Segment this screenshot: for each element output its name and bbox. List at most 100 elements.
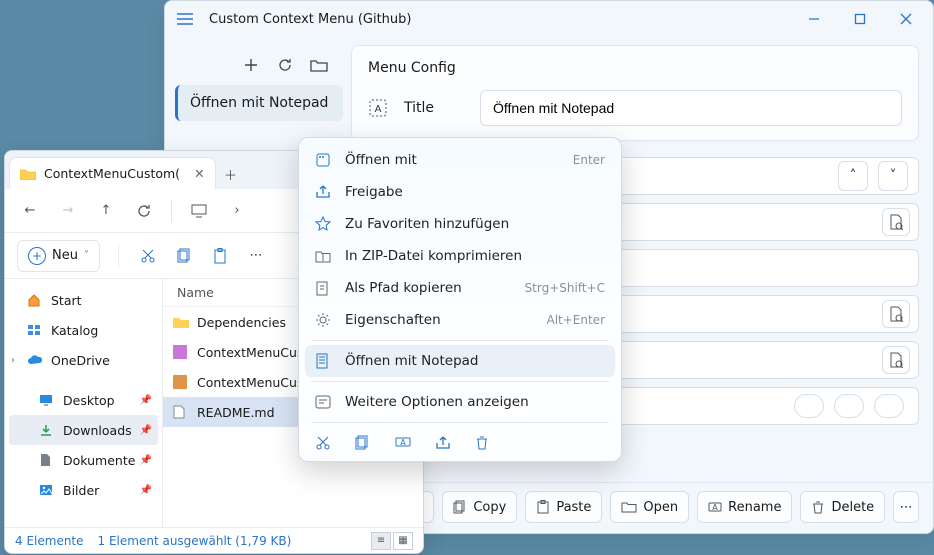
config-card: Menu Config A Title (351, 45, 919, 141)
star-icon (315, 216, 333, 232)
sidebar-item-selected[interactable]: Öffnen mit Notepad (175, 85, 343, 121)
desktop-icon (39, 394, 55, 406)
notepad-icon (315, 353, 333, 369)
pin-icon: 📌 (140, 485, 152, 496)
ccm-titlebar: Custom Context Menu (Github) (165, 1, 933, 37)
chevron-down-icon: ˅ (84, 250, 89, 261)
side-start[interactable]: Start (9, 285, 158, 315)
config-header: Menu Config (368, 60, 902, 76)
explorer-sidebar: Start Katalog › OneDrive Desktop 📌 Downl… (5, 279, 163, 527)
view-grid-icon[interactable]: ▦ (393, 532, 413, 550)
ctx-zip[interactable]: In ZIP-Datei komprimieren (305, 240, 615, 272)
title-a-icon: A (368, 98, 388, 118)
chevron-right-icon[interactable]: › (11, 355, 15, 366)
suo-icon (173, 375, 189, 389)
ctx-share-icon[interactable] (435, 435, 453, 451)
browse-file-icon-2[interactable] (882, 300, 910, 328)
ctx-properties[interactable]: Eigenschaften Alt+Enter (305, 304, 615, 336)
window-maximize[interactable] (837, 3, 883, 35)
svg-text:A: A (400, 438, 406, 447)
sln-icon (173, 345, 189, 359)
ctx-open-with[interactable]: Öffnen mit Enter (305, 144, 615, 176)
nav-computer-icon[interactable] (184, 196, 214, 226)
explorer-tab[interactable]: ContextMenuCustom( ✕ (9, 157, 216, 189)
pin-icon: 📌 (140, 395, 152, 406)
config-title-label: Title (404, 100, 464, 116)
image-icon (39, 484, 55, 496)
ctx-rename-icon[interactable]: A (395, 435, 413, 451)
pin-icon: 📌 (140, 425, 152, 436)
catalog-icon (27, 323, 43, 337)
home-icon (27, 293, 43, 307)
move-down-button[interactable]: ˅ (878, 161, 908, 191)
pill-3[interactable] (874, 394, 904, 418)
side-dokumente[interactable]: Dokumente 📌 (9, 445, 158, 475)
pin-icon: 📌 (140, 455, 152, 466)
document-icon (39, 453, 55, 467)
window-close[interactable] (883, 3, 929, 35)
paste-button[interactable]: Paste (525, 491, 602, 523)
side-onedrive[interactable]: › OneDrive (9, 345, 158, 375)
folder-icon (20, 168, 36, 180)
more-options-icon (315, 395, 333, 409)
ctx-icon-row: A (305, 427, 615, 455)
new-tab-button[interactable]: ＋ (216, 159, 246, 189)
window-minimize[interactable] (791, 3, 837, 35)
new-button[interactable]: + Neu ˅ (17, 240, 100, 272)
explorer-statusbar: 4 Elemente 1 Element ausgewählt (1,79 KB… (5, 527, 423, 553)
folder-icon (173, 316, 189, 328)
view-details-icon[interactable]: ≡ (371, 532, 391, 550)
more-button[interactable]: ⋯ (893, 491, 919, 523)
side-bilder[interactable]: Bilder 📌 (9, 475, 158, 505)
copy-icon[interactable] (173, 245, 195, 267)
rename-button[interactable]: A Rename (697, 491, 792, 523)
status-count: 4 Elemente (15, 534, 84, 548)
ctx-copy-icon[interactable] (355, 435, 373, 451)
more-icon[interactable]: ⋯ (245, 245, 267, 267)
add-icon[interactable] (241, 55, 261, 75)
ctx-separator (311, 340, 609, 341)
nav-up-button[interactable]: ↑ (91, 196, 121, 226)
pill-2[interactable] (834, 394, 864, 418)
hamburger-icon[interactable] (177, 13, 201, 25)
side-downloads[interactable]: Downloads 📌 (9, 415, 158, 445)
ctx-more-options[interactable]: Weitere Optionen anzeigen (305, 386, 615, 418)
nav-back-button[interactable]: ← (15, 196, 45, 226)
config-title-input[interactable] (480, 90, 902, 126)
nav-crumb-forward-icon[interactable]: › (222, 196, 252, 226)
ctx-copy-path[interactable]: Als Pfad kopieren Strg+Shift+C (305, 272, 615, 304)
cut-icon[interactable] (137, 245, 159, 267)
share-icon (315, 184, 333, 200)
svg-text:A: A (375, 104, 382, 115)
download-icon (39, 423, 55, 437)
ccm-bottom-toolbar: Wiki Copy Paste Open A Rename (351, 482, 933, 523)
side-desktop[interactable]: Desktop 📌 (9, 385, 158, 415)
folder-open-icon[interactable] (309, 55, 329, 75)
open-button[interactable]: Open (610, 491, 689, 523)
tab-title: ContextMenuCustom( (44, 166, 180, 181)
cloud-icon (27, 354, 43, 366)
paste-icon[interactable] (209, 245, 231, 267)
browse-file-icon-3[interactable] (882, 346, 910, 374)
plus-circle-icon: + (28, 247, 46, 265)
nav-refresh-button[interactable] (129, 196, 159, 226)
ctx-favorite[interactable]: Zu Favoriten hinzufügen (305, 208, 615, 240)
copy-path-icon (315, 280, 333, 296)
ctx-open-with-notepad[interactable]: Öffnen mit Notepad (305, 345, 615, 377)
ctx-delete-icon[interactable] (475, 435, 493, 451)
delete-button[interactable]: Delete (800, 491, 885, 523)
nav-forward-button[interactable]: → (53, 196, 83, 226)
tab-close-icon[interactable]: ✕ (194, 166, 204, 181)
context-menu: Öffnen mit Enter Freigabe Zu Favoriten h… (298, 137, 622, 462)
side-katalog[interactable]: Katalog (9, 315, 158, 345)
browse-file-icon[interactable] (882, 208, 910, 236)
status-selection: 1 Element ausgewählt (1,79 KB) (98, 534, 292, 548)
pill-1[interactable] (794, 394, 824, 418)
ctx-cut-icon[interactable] (315, 435, 333, 451)
ctx-share[interactable]: Freigabe (305, 176, 615, 208)
move-up-button[interactable]: ˄ (838, 161, 868, 191)
md-file-icon (173, 405, 189, 419)
copy-button[interactable]: Copy (442, 491, 517, 523)
svg-text:A: A (712, 503, 718, 512)
refresh-icon[interactable] (275, 55, 295, 75)
